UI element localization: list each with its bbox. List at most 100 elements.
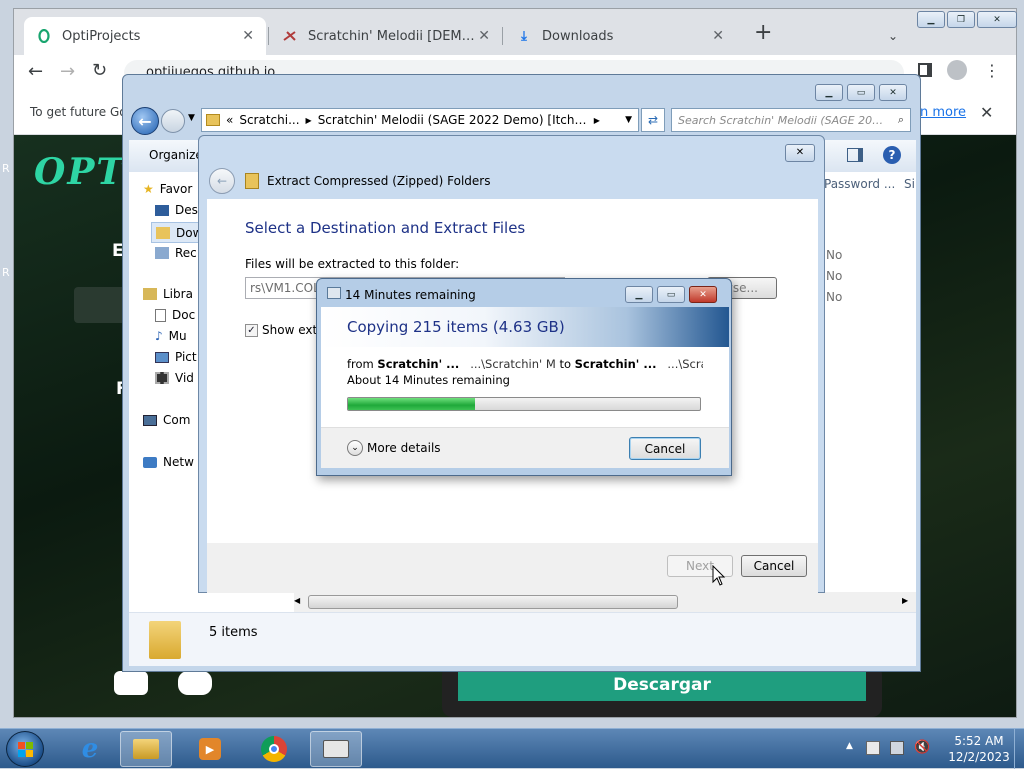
organize-button[interactable]: Organize [149, 148, 203, 162]
copy-footer: ⌄ More details Cancel [321, 427, 729, 468]
reload-icon[interactable]: ↻ [92, 60, 107, 81]
tab-downloads[interactable]: ⤓ Downloads ✕ [504, 17, 736, 55]
close-icon[interactable]: ✕ [980, 103, 993, 122]
more-details-toggle[interactable]: ⌄ More details [347, 440, 441, 456]
from-folder-path: ...\Scratchin' M [470, 357, 556, 371]
search-input[interactable]: Search Scratchin' Melodii (SAGE 2022... … [671, 108, 911, 132]
scroll-right-icon[interactable]: ▶ [902, 596, 908, 605]
nav-documents[interactable]: Doc [155, 308, 195, 322]
address-bar[interactable]: « Scratchi... ▶ Scratchin' Melodii (SAGE… [201, 108, 639, 132]
network-icon [143, 456, 157, 468]
desktop-mark-1: R [2, 162, 10, 175]
copy-from-to-line: from Scratchin' ... ...\Scratchin' M to … [347, 357, 703, 371]
horizontal-scrollbar[interactable]: ◀ ▶ [294, 592, 916, 612]
nav-label: Des [175, 203, 198, 217]
to-folder-name: Scratchin' ... [574, 357, 657, 371]
nav-computer[interactable]: Com [143, 413, 190, 427]
taskbar-media[interactable]: ▶ [184, 731, 236, 767]
column-header-password[interactable]: Password ... [824, 177, 895, 191]
forward-button[interactable] [161, 109, 185, 133]
more-details-label: More details [367, 441, 441, 455]
youtube-icon[interactable] [114, 671, 148, 695]
tab-search-chevron-icon[interactable]: ⌄ [888, 29, 898, 43]
close-icon[interactable]: ✕ [712, 28, 724, 44]
network-tray-icon[interactable] [890, 741, 904, 755]
maximize-button[interactable]: ▭ [847, 84, 875, 101]
nav-recent[interactable]: Rec [155, 246, 197, 260]
show-desktop-button[interactable] [1014, 729, 1024, 769]
tab-strip: OptiProjects ✕ Scratchin' Melodii [DEMO]… [14, 9, 1017, 55]
menu-kebab-icon[interactable]: ⋮ [984, 61, 1000, 80]
tab-separator [502, 27, 503, 45]
to-folder-path: ...\Scratchin' M [667, 357, 703, 371]
wizard-footer: Next Cancel [207, 543, 818, 593]
star-icon: ★ [143, 182, 154, 196]
recent-places-icon [155, 247, 169, 259]
discord-icon[interactable] [178, 671, 212, 695]
close-icon[interactable]: ✕ [242, 28, 254, 44]
descargar-button[interactable]: Descargar [458, 669, 866, 701]
volume-muted-icon[interactable]: 🔇 [914, 740, 930, 755]
close-window-button[interactable]: ✕ [785, 144, 815, 162]
back-arrow-icon[interactable]: ← [28, 61, 43, 82]
password-cell: No [826, 269, 843, 283]
wizard-back-button[interactable]: ← [209, 168, 235, 194]
back-button[interactable]: ← [131, 107, 159, 135]
minimize-button[interactable]: ▁ [917, 11, 945, 28]
close-window-button[interactable]: ✕ [977, 11, 1017, 28]
wizard-title: Extract Compressed (Zipped) Folders [267, 174, 491, 188]
wizard-cancel-button[interactable]: Cancel [741, 555, 807, 577]
nav-videos[interactable]: Vid [155, 371, 194, 385]
refresh-button[interactable]: ⇄ [641, 108, 665, 132]
nav-music[interactable]: ♪ Mu [155, 329, 187, 343]
copy-cancel-button[interactable]: Cancel [629, 437, 701, 460]
page-input-box[interactable] [74, 287, 126, 323]
restore-button[interactable]: ❐ [947, 11, 975, 28]
nav-libraries[interactable]: Libra [143, 287, 193, 301]
clock-date[interactable]: 12/2/2023 [944, 750, 1014, 764]
taskbar-chrome[interactable] [248, 731, 300, 767]
close-window-button[interactable]: ✕ [879, 84, 907, 101]
breadcrumb-arrow-icon[interactable]: ▶ [306, 116, 312, 125]
profile-avatar[interactable] [947, 60, 967, 80]
infobar-link[interactable]: n more [920, 105, 966, 120]
nav-label: Favor [159, 182, 193, 196]
column-header-size[interactable]: Si [904, 177, 915, 191]
destination-path-value: rs\VM1.COL [250, 281, 320, 295]
scroll-thumb[interactable] [308, 595, 678, 609]
preview-pane-icon[interactable] [847, 148, 863, 162]
minimize-button[interactable]: ▁ [815, 84, 843, 101]
action-center-flag-icon[interactable] [866, 741, 880, 755]
clock-time[interactable]: 5:52 AM [944, 734, 1014, 748]
taskbar-ie[interactable]: e [64, 731, 116, 767]
new-tab-button[interactable]: + [754, 22, 772, 44]
breadcrumb-item[interactable]: Scratchi... [239, 113, 299, 127]
start-button[interactable] [6, 731, 44, 767]
nav-desktop[interactable]: Des [155, 203, 198, 217]
tab-scratchin[interactable]: Scratchin' Melodii [DEMO] by LJ ✕ [270, 17, 502, 55]
documents-icon [155, 308, 166, 322]
nav-pictures[interactable]: Pict [155, 350, 197, 364]
download-icon: ⤓ [521, 28, 527, 44]
from-prefix: from [347, 357, 374, 371]
help-icon[interactable]: ? [883, 146, 901, 164]
breadcrumb-arrow-icon[interactable]: ▶ [594, 116, 600, 125]
copy-progress-dialog: 14 Minutes remaining ▁ ▭ ✕ Copying 215 i… [316, 278, 732, 476]
nav-network[interactable]: Netw [143, 455, 194, 469]
remaining-time: About 14 Minutes remaining [347, 373, 510, 387]
nav-favorites[interactable]: ★ Favor [143, 182, 192, 196]
tab-optiprojects[interactable]: OptiProjects ✕ [24, 17, 266, 55]
scroll-left-icon[interactable]: ◀ [294, 596, 300, 605]
windows-logo-icon [17, 741, 33, 757]
to-word: to [559, 357, 571, 371]
close-icon[interactable]: ✕ [478, 28, 490, 44]
explorer-window-controls: ▁ ▭ ✕ [815, 84, 907, 101]
address-dropdown-icon[interactable]: ▼ [625, 115, 632, 125]
recent-pages-chevron-icon[interactable]: ▼ [188, 113, 195, 123]
forward-arrow-icon[interactable]: → [60, 61, 75, 82]
breadcrumb-item[interactable]: Scratchin' Melodii (SAGE 2022 Demo) [Itc… [318, 113, 588, 127]
taskbar-explorer[interactable] [120, 731, 172, 767]
side-panel-icon[interactable] [918, 63, 932, 77]
show-hidden-icons-chevron[interactable]: ▲ [846, 741, 853, 751]
taskbar-osk[interactable] [310, 731, 362, 767]
